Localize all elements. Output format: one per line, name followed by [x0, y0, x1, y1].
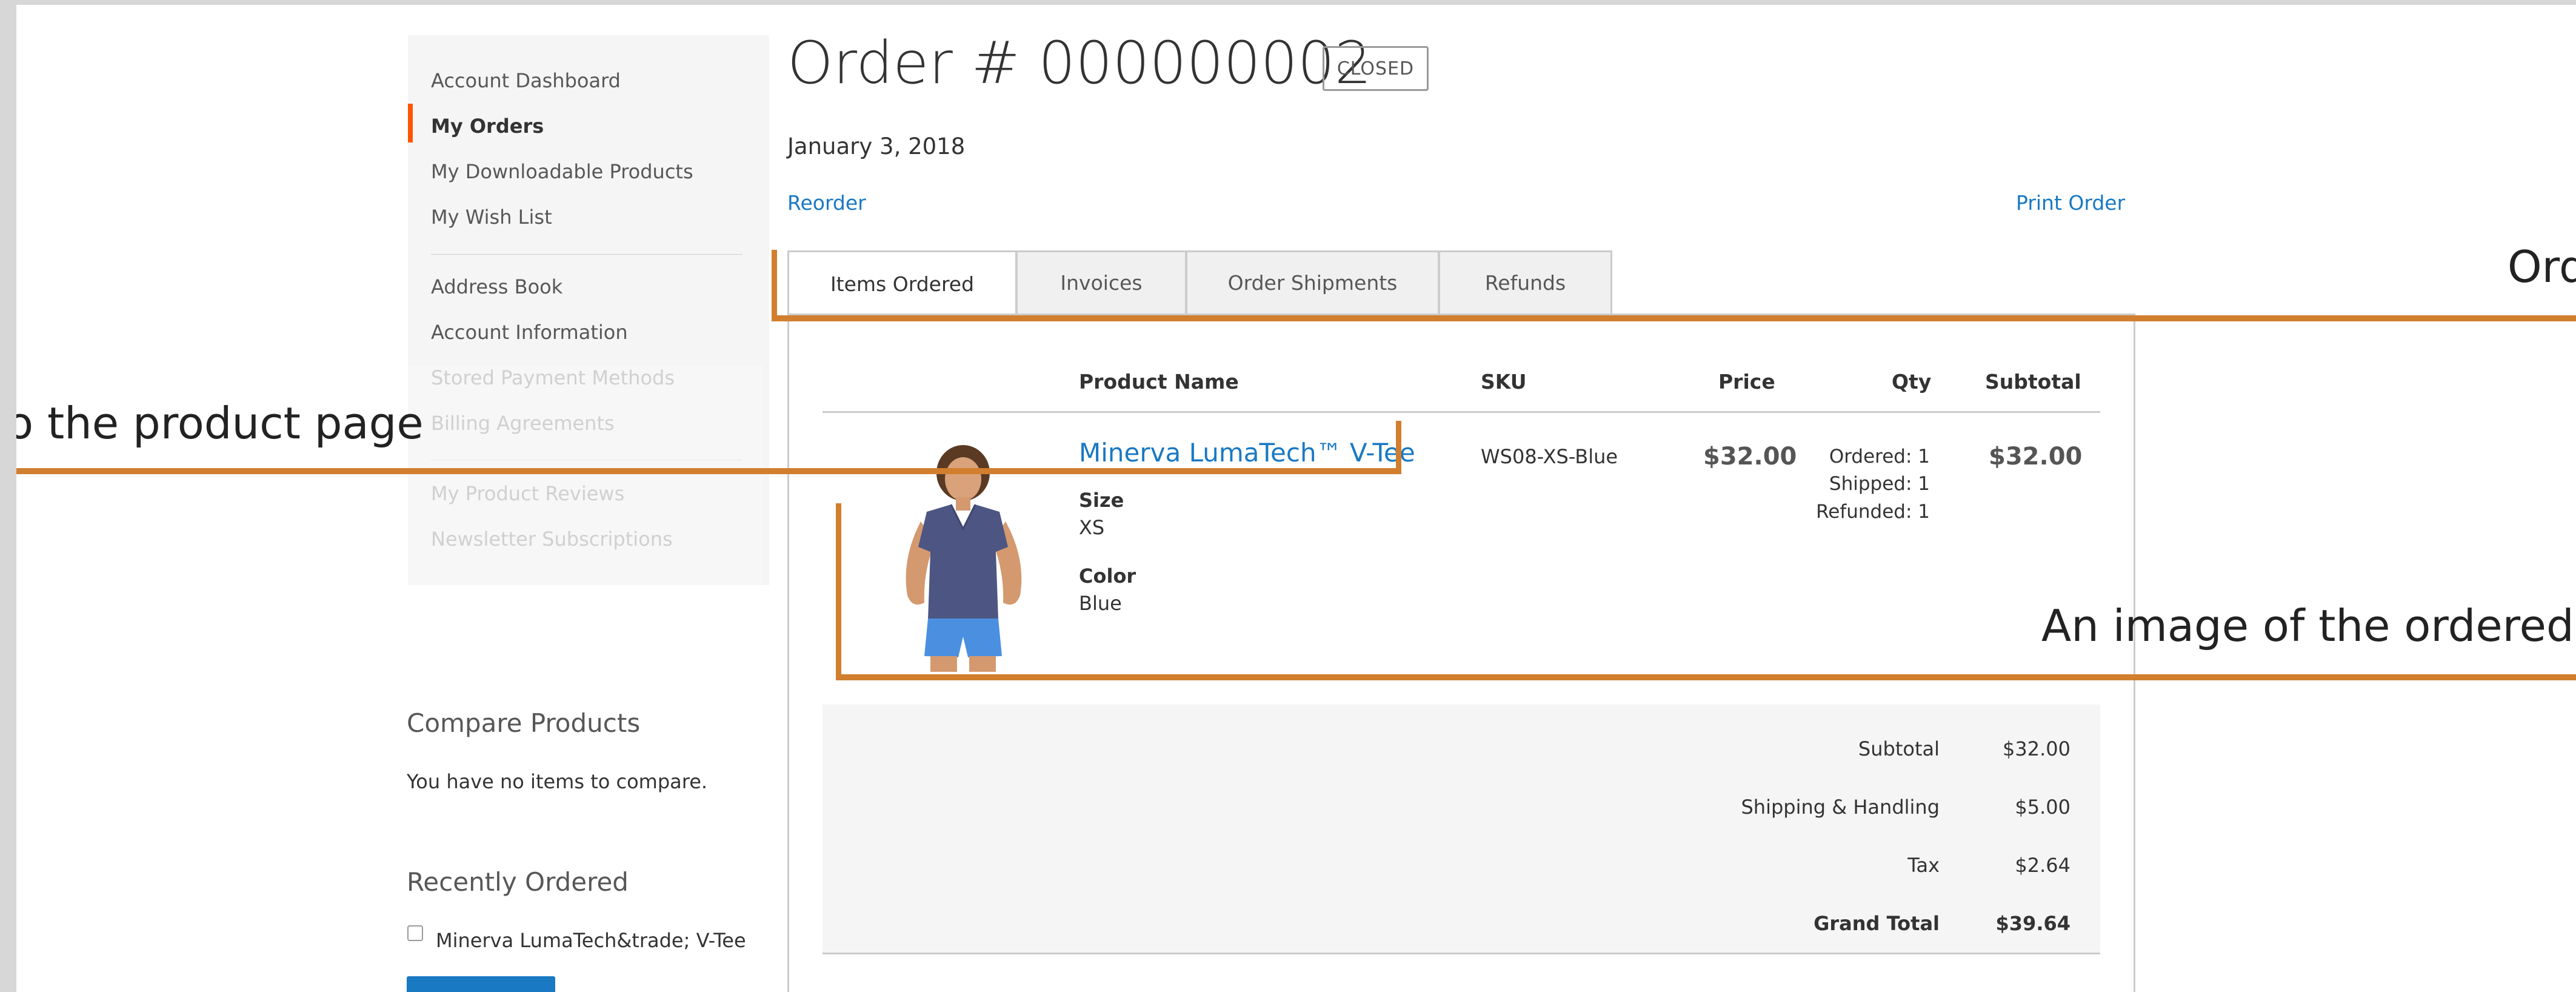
totals-subtotal-label: Subtotal: [1858, 737, 1940, 760]
account-sidebar: Account Dashboard My Orders My Downloada…: [408, 35, 769, 585]
option-value-size: XS: [1079, 516, 1105, 539]
totals-shipping-value: $5.00: [2015, 796, 2070, 819]
sidebar-fade-overlay: [408, 366, 763, 585]
totals-shipping-label: Shipping & Handling: [1741, 796, 1940, 819]
sidebar-item-newsletter-subscriptions[interactable]: Newsletter Subscriptions: [431, 528, 673, 551]
column-header-price: Price: [1718, 370, 1775, 394]
column-header-subtotal: Subtotal: [1985, 370, 2081, 394]
cell-price: $32.00: [1703, 443, 1797, 471]
annotation-label-product-link: o the product page: [16, 398, 424, 449]
option-label-color: Color: [1079, 565, 1136, 588]
sidebar-item-my-orders[interactable]: My Orders: [431, 115, 544, 138]
qty-shipped: Shipped: 1: [1829, 473, 1930, 495]
totals-subtotal-value: $32.00: [2003, 737, 2070, 760]
totals-tax-label: Tax: [1907, 854, 1940, 877]
column-header-qty: Qty: [1892, 370, 1932, 394]
option-value-color: Blue: [1079, 592, 1122, 615]
sidebar-item-wish-list[interactable]: My Wish List: [431, 206, 552, 229]
compare-empty-text: You have no items to compare.: [407, 770, 708, 793]
order-status-badge: CLOSED: [1323, 46, 1429, 91]
qty-refunded: Refunded: 1: [1816, 501, 1930, 523]
print-order-link[interactable]: Print Order: [2016, 191, 2125, 215]
totals-grand-total-value: $39.64: [1995, 912, 2070, 935]
sidebar-item-address-book[interactable]: Address Book: [431, 275, 562, 298]
annotation-label-product-image: An image of the ordered p: [2041, 600, 2576, 651]
totals-tax-value: $2.64: [2015, 854, 2070, 877]
annotation-bracket-product-image: [836, 503, 841, 680]
product-name-link[interactable]: Minerva LumaTech™ V-Tee: [1079, 438, 1415, 468]
cell-sku: WS08-XS-Blue: [1481, 445, 1618, 468]
sidebar-divider: [431, 254, 742, 255]
annotation-bracket-product-link: [16, 468, 1401, 474]
sidebar-item-account-dashboard[interactable]: Account Dashboard: [431, 69, 621, 92]
browser-viewport: Account Dashboard My Orders My Downloada…: [16, 5, 2576, 992]
add-to-cart-button[interactable]: [407, 976, 555, 992]
reorder-link[interactable]: Reorder: [787, 191, 866, 215]
order-date: January 3, 2018: [787, 133, 966, 159]
sidebar-item-product-reviews[interactable]: My Product Reviews: [431, 482, 624, 505]
annotation-bracket-tabs: [772, 315, 2576, 321]
tab-refunds[interactable]: Refunds: [1438, 250, 1612, 313]
active-item-indicator: [408, 104, 413, 142]
column-header-sku: SKU: [1481, 370, 1527, 394]
product-thumbnail-image[interactable]: [883, 444, 1044, 672]
option-label-size: Size: [1079, 489, 1124, 512]
recently-ordered-title: Recently Ordered: [407, 867, 629, 897]
annotation-label-tabs: Ord: [2508, 241, 2576, 292]
annotation-bracket-tabs: [772, 250, 777, 321]
tab-items-ordered[interactable]: Items Ordered: [787, 250, 1017, 316]
annotation-bracket-product-image: [836, 674, 2576, 680]
annotation-bracket-product-link: [1396, 421, 1401, 474]
sidebar-item-billing-agreements[interactable]: Billing Agreements: [431, 412, 615, 435]
recently-ordered-checkbox[interactable]: [407, 925, 423, 941]
sidebar-item-account-information[interactable]: Account Information: [431, 321, 628, 344]
page-title: Order # 000000002: [787, 29, 1372, 97]
recently-ordered-item-label: Minerva LumaTech&trade; V-Tee: [436, 929, 746, 952]
cell-subtotal: $32.00: [1989, 443, 2083, 471]
tab-invoices[interactable]: Invoices: [1016, 250, 1187, 313]
column-header-product-name: Product Name: [1079, 370, 1239, 394]
sidebar-item-stored-payment-methods[interactable]: Stored Payment Methods: [431, 366, 675, 389]
totals-grand-total-label: Grand Total: [1814, 912, 1940, 935]
qty-ordered: Ordered: 1: [1829, 446, 1930, 468]
sidebar-item-downloadable-products[interactable]: My Downloadable Products: [431, 160, 693, 183]
table-header-divider: [823, 411, 2100, 413]
compare-products-title: Compare Products: [407, 708, 641, 738]
tab-order-shipments[interactable]: Order Shipments: [1186, 250, 1440, 313]
